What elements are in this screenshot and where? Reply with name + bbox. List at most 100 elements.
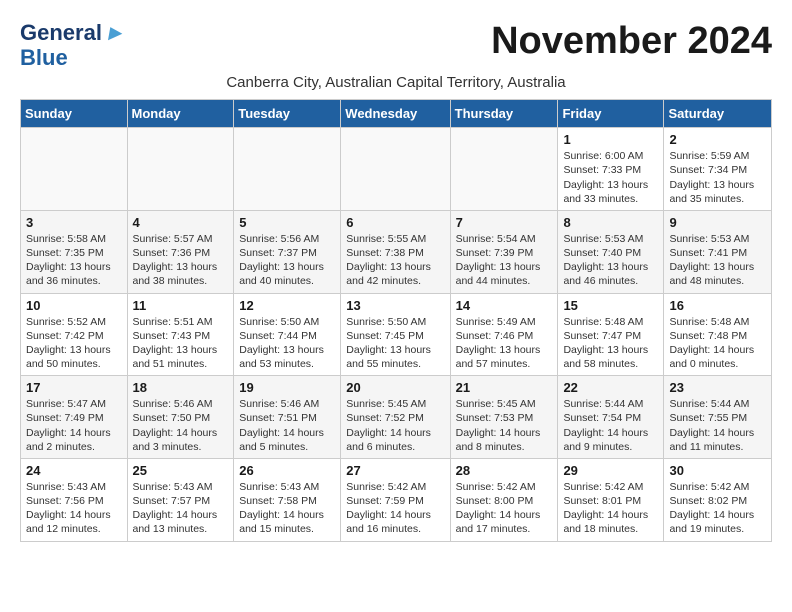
calendar-cell: 8 Sunrise: 5:53 AM Sunset: 7:40 PM Daylig…: [558, 210, 664, 293]
calendar-table: SundayMondayTuesdayWednesdayThursdayFrid…: [20, 99, 772, 541]
day-number: 10: [26, 298, 122, 313]
calendar-cell: [234, 128, 341, 211]
day-info: Sunrise: 5:57 AM Sunset: 7:36 PM Dayligh…: [133, 232, 229, 289]
day-number: 15: [563, 298, 658, 313]
day-number: 14: [456, 298, 553, 313]
calendar-cell: 3 Sunrise: 5:58 AM Sunset: 7:35 PM Daylig…: [21, 210, 128, 293]
day-number: 30: [669, 463, 766, 478]
day-number: 1: [563, 132, 658, 147]
day-info: Sunrise: 5:48 AM Sunset: 7:48 PM Dayligh…: [669, 315, 766, 372]
day-number: 17: [26, 380, 122, 395]
day-number: 16: [669, 298, 766, 313]
logo: General ► Blue: [20, 20, 127, 70]
col-header-tuesday: Tuesday: [234, 100, 341, 128]
day-info: Sunrise: 5:53 AM Sunset: 7:40 PM Dayligh…: [563, 232, 658, 289]
calendar-cell: 10Sunrise: 5:52 AM Sunset: 7:42 PM Dayli…: [21, 293, 128, 376]
calendar-cell: 12Sunrise: 5:50 AM Sunset: 7:44 PM Dayli…: [234, 293, 341, 376]
day-number: 28: [456, 463, 553, 478]
day-number: 27: [346, 463, 444, 478]
calendar-cell: 26Sunrise: 5:43 AM Sunset: 7:58 PM Dayli…: [234, 458, 341, 541]
day-number: 23: [669, 380, 766, 395]
col-header-wednesday: Wednesday: [341, 100, 450, 128]
calendar-week-row: 17 Sunrise: 5:47 AM Sunset: 7:49 PM Dayli…: [21, 376, 772, 459]
calendar-week-row: 1 Sunrise: 6:00 AM Sunset: 7:33 PM Daylig…: [21, 128, 772, 211]
day-number: 22: [563, 380, 658, 395]
day-number: 24: [26, 463, 122, 478]
calendar-cell: [341, 128, 450, 211]
day-number: 26: [239, 463, 335, 478]
day-info: Sunrise: 5:46 AM Sunset: 7:50 PM Dayligh…: [133, 397, 229, 454]
calendar-cell: [450, 128, 558, 211]
day-info: Sunrise: 5:54 AM Sunset: 7:39 PM Dayligh…: [456, 232, 553, 289]
col-header-saturday: Saturday: [664, 100, 772, 128]
day-info: Sunrise: 5:50 AM Sunset: 7:45 PM Dayligh…: [346, 315, 444, 372]
day-info: Sunrise: 5:46 AM Sunset: 7:51 PM Dayligh…: [239, 397, 335, 454]
logo-arrow-icon: ►: [103, 20, 129, 46]
day-number: 2: [669, 132, 766, 147]
day-info: Sunrise: 5:42 AM Sunset: 8:02 PM Dayligh…: [669, 480, 766, 537]
day-info: Sunrise: 5:42 AM Sunset: 8:01 PM Dayligh…: [563, 480, 658, 537]
day-number: 18: [133, 380, 229, 395]
day-info: Sunrise: 6:00 AM Sunset: 7:33 PM Dayligh…: [563, 149, 658, 206]
day-info: Sunrise: 5:50 AM Sunset: 7:44 PM Dayligh…: [239, 315, 335, 372]
calendar-cell: 13 Sunrise: 5:50 AM Sunset: 7:45 PM Dayli…: [341, 293, 450, 376]
day-number: 4: [133, 215, 229, 230]
month-title: November 2024: [491, 20, 772, 63]
calendar-cell: 9 Sunrise: 5:53 AM Sunset: 7:41 PM Daylig…: [664, 210, 772, 293]
header: General ► Blue November 2024: [20, 20, 772, 70]
subtitle: Canberra City, Australian Capital Territ…: [20, 74, 772, 91]
calendar-week-row: 3 Sunrise: 5:58 AM Sunset: 7:35 PM Daylig…: [21, 210, 772, 293]
calendar-cell: [127, 128, 234, 211]
day-number: 11: [133, 298, 229, 313]
calendar-header-row: SundayMondayTuesdayWednesdayThursdayFrid…: [21, 100, 772, 128]
calendar-cell: 2 Sunrise: 5:59 AM Sunset: 7:34 PM Daylig…: [664, 128, 772, 211]
calendar-cell: 21 Sunrise: 5:45 AM Sunset: 7:53 PM Dayli…: [450, 376, 558, 459]
calendar-cell: [21, 128, 128, 211]
day-info: Sunrise: 5:58 AM Sunset: 7:35 PM Dayligh…: [26, 232, 122, 289]
day-number: 25: [133, 463, 229, 478]
calendar-cell: 24 Sunrise: 5:43 AM Sunset: 7:56 PM Dayli…: [21, 458, 128, 541]
day-number: 5: [239, 215, 335, 230]
calendar-cell: 29Sunrise: 5:42 AM Sunset: 8:01 PM Dayli…: [558, 458, 664, 541]
day-info: Sunrise: 5:45 AM Sunset: 7:53 PM Dayligh…: [456, 397, 553, 454]
day-info: Sunrise: 5:53 AM Sunset: 7:41 PM Dayligh…: [669, 232, 766, 289]
day-info: Sunrise: 5:43 AM Sunset: 7:56 PM Dayligh…: [26, 480, 122, 537]
calendar-cell: 14 Sunrise: 5:49 AM Sunset: 7:46 PM Dayli…: [450, 293, 558, 376]
day-number: 21: [456, 380, 553, 395]
calendar-cell: 28 Sunrise: 5:42 AM Sunset: 8:00 PM Dayli…: [450, 458, 558, 541]
day-number: 8: [563, 215, 658, 230]
day-number: 13: [346, 298, 444, 313]
day-info: Sunrise: 5:43 AM Sunset: 7:57 PM Dayligh…: [133, 480, 229, 537]
day-number: 7: [456, 215, 553, 230]
day-info: Sunrise: 5:45 AM Sunset: 7:52 PM Dayligh…: [346, 397, 444, 454]
calendar-cell: 27 Sunrise: 5:42 AM Sunset: 7:59 PM Dayli…: [341, 458, 450, 541]
calendar-cell: 16 Sunrise: 5:48 AM Sunset: 7:48 PM Dayli…: [664, 293, 772, 376]
day-info: Sunrise: 5:51 AM Sunset: 7:43 PM Dayligh…: [133, 315, 229, 372]
day-info: Sunrise: 5:48 AM Sunset: 7:47 PM Dayligh…: [563, 315, 658, 372]
day-number: 19: [239, 380, 335, 395]
day-info: Sunrise: 5:59 AM Sunset: 7:34 PM Dayligh…: [669, 149, 766, 206]
calendar-cell: 5 Sunrise: 5:56 AM Sunset: 7:37 PM Daylig…: [234, 210, 341, 293]
calendar-cell: 25 Sunrise: 5:43 AM Sunset: 7:57 PM Dayli…: [127, 458, 234, 541]
calendar-cell: 30 Sunrise: 5:42 AM Sunset: 8:02 PM Dayli…: [664, 458, 772, 541]
calendar-cell: 18 Sunrise: 5:46 AM Sunset: 7:50 PM Dayli…: [127, 376, 234, 459]
calendar-week-row: 24 Sunrise: 5:43 AM Sunset: 7:56 PM Dayli…: [21, 458, 772, 541]
day-number: 6: [346, 215, 444, 230]
day-number: 20: [346, 380, 444, 395]
day-info: Sunrise: 5:42 AM Sunset: 8:00 PM Dayligh…: [456, 480, 553, 537]
logo-blue: Blue: [20, 46, 127, 70]
day-info: Sunrise: 5:56 AM Sunset: 7:37 PM Dayligh…: [239, 232, 335, 289]
calendar-cell: 6Sunrise: 5:55 AM Sunset: 7:38 PM Daylig…: [341, 210, 450, 293]
calendar-cell: 19 Sunrise: 5:46 AM Sunset: 7:51 PM Dayli…: [234, 376, 341, 459]
day-info: Sunrise: 5:42 AM Sunset: 7:59 PM Dayligh…: [346, 480, 444, 537]
calendar-cell: 15 Sunrise: 5:48 AM Sunset: 7:47 PM Dayli…: [558, 293, 664, 376]
day-info: Sunrise: 5:44 AM Sunset: 7:54 PM Dayligh…: [563, 397, 658, 454]
day-info: Sunrise: 5:47 AM Sunset: 7:49 PM Dayligh…: [26, 397, 122, 454]
day-info: Sunrise: 5:44 AM Sunset: 7:55 PM Dayligh…: [669, 397, 766, 454]
calendar-cell: 23 Sunrise: 5:44 AM Sunset: 7:55 PM Dayli…: [664, 376, 772, 459]
day-number: 3: [26, 215, 122, 230]
day-number: 9: [669, 215, 766, 230]
day-info: Sunrise: 5:49 AM Sunset: 7:46 PM Dayligh…: [456, 315, 553, 372]
calendar-cell: 22 Sunrise: 5:44 AM Sunset: 7:54 PM Dayli…: [558, 376, 664, 459]
calendar-cell: 11 Sunrise: 5:51 AM Sunset: 7:43 PM Dayli…: [127, 293, 234, 376]
